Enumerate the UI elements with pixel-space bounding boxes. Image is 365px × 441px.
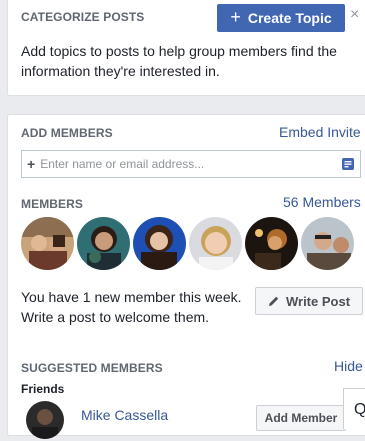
- create-topic-button[interactable]: + Create Topic: [217, 4, 345, 32]
- member-avatar[interactable]: [189, 217, 242, 270]
- write-post-button[interactable]: Write Post: [255, 287, 363, 315]
- add-member-input[interactable]: [38, 156, 333, 172]
- member-avatar[interactable]: [245, 217, 298, 270]
- write-post-label: Write Post: [285, 293, 351, 309]
- suggested-member-row: Mike Cassella Add Member: [21, 401, 365, 441]
- compose-icon[interactable]: [341, 157, 355, 171]
- add-member-button[interactable]: Add Member: [256, 405, 346, 431]
- suggested-member-avatar[interactable]: [26, 401, 64, 439]
- categorize-posts-card: CATEGORIZE POSTS + Create Topic × Add to…: [7, 0, 365, 96]
- suggested-member-name[interactable]: Mike Cassella: [81, 407, 168, 423]
- members-title: MEMBERS: [21, 197, 84, 211]
- create-topic-label: Create Topic: [247, 10, 332, 26]
- members-card: ADD MEMBERS Embed Invite + MEMBERS 56 Me…: [7, 114, 365, 439]
- members-count-link[interactable]: 56 Members: [283, 194, 361, 210]
- embed-invite-link[interactable]: Embed Invite: [279, 124, 361, 140]
- pencil-icon: [268, 296, 279, 306]
- member-avatar[interactable]: [301, 217, 354, 270]
- categorize-description: Add topics to posts to help group member…: [21, 43, 337, 79]
- chat-tab[interactable]: Q: [343, 388, 365, 429]
- member-avatars: [21, 217, 354, 270]
- plus-icon: +: [230, 7, 241, 27]
- member-avatar[interactable]: [133, 217, 186, 270]
- chat-search-icon: Q: [354, 401, 365, 418]
- add-member-field[interactable]: +: [21, 150, 361, 178]
- add-members-title: ADD MEMBERS: [21, 126, 113, 140]
- member-avatar[interactable]: [77, 217, 130, 270]
- close-icon[interactable]: ×: [350, 7, 359, 23]
- plus-icon: +: [27, 156, 36, 172]
- friends-label: Friends: [21, 382, 65, 396]
- new-member-message: You have 1 new member this week. Write a…: [21, 289, 242, 325]
- hide-suggested-link[interactable]: Hide: [334, 358, 363, 374]
- member-avatar[interactable]: [21, 217, 74, 270]
- suggested-members-title: SUGGESTED MEMBERS: [21, 361, 163, 375]
- categorize-posts-title: CATEGORIZE POSTS: [21, 10, 145, 24]
